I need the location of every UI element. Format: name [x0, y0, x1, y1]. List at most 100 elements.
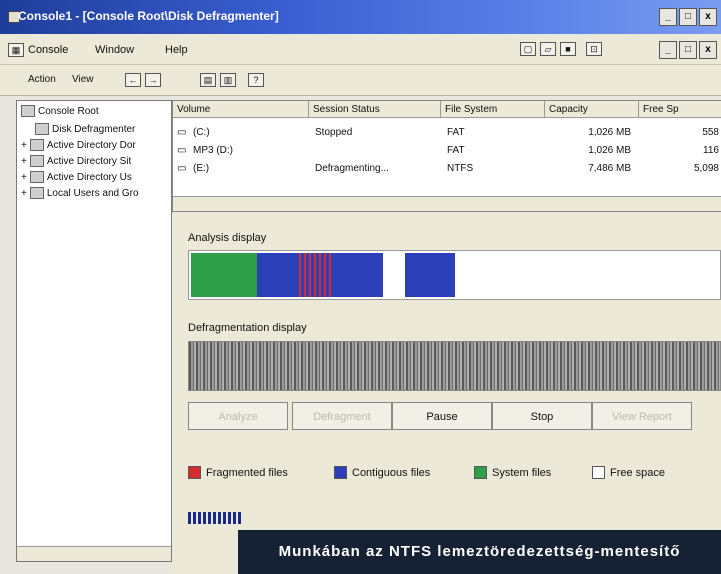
drive-icon: ▭	[177, 127, 187, 138]
volume-cell: (C:)	[193, 127, 210, 138]
console-icon: ▦	[8, 43, 24, 57]
expand-icon[interactable]: +	[21, 172, 27, 183]
free-space-cell: 558	[702, 127, 719, 138]
stop-button[interactable]: Stop	[492, 402, 592, 430]
menu-view[interactable]: View	[72, 74, 94, 85]
new-document-icon[interactable]: ▢	[520, 42, 536, 56]
tree-item-local-users[interactable]: + Local Users and Gro	[21, 187, 139, 199]
help-icon[interactable]: ?	[248, 73, 264, 87]
analyze-button[interactable]: Analyze	[188, 402, 288, 430]
caption: Munkában az NTFS lemeztöredezettség-ment…	[238, 530, 721, 574]
details-pane: Volume Session Status File System Capaci…	[172, 100, 721, 574]
tree-item-console-root[interactable]: Console Root	[21, 105, 99, 117]
drive-icon: ▭	[177, 145, 187, 156]
back-arrow-icon[interactable]: ←	[125, 73, 141, 87]
defragmentation-display-label: Defragmentation display	[188, 322, 307, 334]
column-header-volume[interactable]: Volume	[173, 101, 309, 118]
tree-item-label: Console Root	[38, 105, 99, 117]
progress-indicator	[188, 512, 241, 524]
tree-item-ad-users[interactable]: + Active Directory Us	[21, 171, 132, 183]
legend-system: System files	[474, 466, 551, 479]
view-report-button[interactable]: View Report	[592, 402, 692, 430]
status-cell: Stopped	[315, 127, 353, 138]
contiguous-files-block	[405, 253, 455, 297]
filesystem-cell: NTFS	[447, 163, 474, 174]
tree-item-disk-defragmenter[interactable]: Disk Defragmenter	[35, 123, 135, 135]
status-cell: Defragmenting...	[315, 163, 389, 174]
legend-label: System files	[492, 466, 552, 479]
child-close-button[interactable]: x	[699, 41, 717, 59]
defragmentation-display	[188, 341, 721, 391]
contiguous-swatch	[334, 466, 347, 479]
legend-label: Free space	[610, 466, 666, 479]
legend-fragmented: Fragmented files	[188, 466, 288, 479]
capacity-cell: 1,026 MB	[588, 145, 631, 156]
filesystem-cell: FAT	[447, 127, 465, 138]
column-header-capacity[interactable]: Capacity	[545, 101, 639, 118]
directory-icon	[29, 139, 44, 151]
forward-arrow-icon[interactable]: →	[145, 73, 161, 87]
free-space-swatch	[592, 466, 605, 479]
free-space-cell: 116	[703, 145, 719, 156]
volume-cell: MP3 (D:)	[193, 145, 233, 156]
tree-item-ad-domains[interactable]: + Active Directory Dor	[21, 139, 136, 151]
show-tree-icon[interactable]: ▥	[220, 73, 236, 87]
console-tree: Console Root Disk Defragmenter + Active …	[16, 100, 172, 562]
close-button[interactable]: x	[699, 8, 717, 26]
tree-item-label: Active Directory Sit	[46, 155, 132, 167]
tree-item-ad-sites[interactable]: + Active Directory Sit	[21, 155, 131, 167]
defragmenter-icon	[35, 123, 49, 135]
open-folder-icon[interactable]: ▱	[540, 42, 556, 56]
expand-icon[interactable]: +	[21, 140, 27, 151]
title-bar: Console1 - [Console Root\Disk Defragment…	[0, 0, 721, 34]
users-icon	[29, 187, 44, 199]
menu-console[interactable]: Console	[28, 44, 68, 56]
window-controls: _ □ x	[659, 8, 717, 26]
column-header-free-space[interactable]: Free Sp	[639, 101, 721, 118]
tree-item-label: Active Directory Dor	[46, 139, 136, 151]
new-window-icon[interactable]: ⊡	[586, 42, 602, 56]
folder-icon	[21, 105, 35, 117]
legend-label: Fragmented files	[206, 466, 288, 479]
capacity-cell: 7,486 MB	[588, 163, 631, 174]
menu-window[interactable]: Window	[95, 44, 134, 56]
legend-free: Free space	[592, 466, 665, 479]
maximize-button[interactable]: □	[679, 8, 697, 26]
system-files-block	[191, 253, 257, 297]
action-bar: Action View ← → ▤ ▥ ?	[0, 65, 721, 96]
legend-contiguous: Contiguous files	[334, 466, 430, 479]
expand-icon[interactable]: +	[21, 188, 27, 199]
tree-item-label: Local Users and Gro	[46, 187, 139, 199]
free-space-cell: 5,098	[693, 163, 719, 174]
pause-button[interactable]: Pause	[392, 402, 492, 430]
column-header-status[interactable]: Session Status	[309, 101, 441, 118]
fragmented-swatch	[188, 466, 201, 479]
menu-action[interactable]: Action	[28, 74, 56, 85]
up-level-icon[interactable]: ▤	[200, 73, 216, 87]
list-horizontal-scrollbar[interactable]	[173, 196, 721, 211]
child-maximize-button[interactable]: □	[679, 41, 697, 59]
child-minimize-button[interactable]: _	[659, 41, 677, 59]
window-title: Console1 - [Console Root\Disk Defragment…	[18, 9, 279, 23]
minimize-button[interactable]: _	[659, 8, 677, 26]
volume-list: Volume Session Status File System Capaci…	[172, 100, 721, 212]
filesystem-cell: FAT	[447, 145, 465, 156]
child-window-controls: _ □ x	[659, 41, 717, 59]
save-icon[interactable]: ■	[560, 42, 576, 56]
drive-icon: ▭	[177, 163, 187, 174]
fragmented-files-block	[299, 253, 331, 297]
defragment-button[interactable]: Defragment	[292, 402, 392, 430]
tree-horizontal-scrollbar[interactable]	[17, 546, 171, 561]
legend-label: Contiguous files	[352, 466, 431, 479]
menu-bar: ▦ Console Window Help ▢ ▱ ■ ⊡ _ □ x	[0, 34, 721, 65]
menu-help[interactable]: Help	[165, 44, 188, 56]
column-header-filesystem[interactable]: File System	[441, 101, 545, 118]
analysis-display	[188, 250, 721, 300]
system-swatch	[474, 466, 487, 479]
analysis-display-label: Analysis display	[188, 232, 267, 244]
capacity-cell: 1,026 MB	[588, 127, 631, 138]
tree-item-label: Active Directory Us	[46, 171, 132, 183]
volume-cell: (E:)	[193, 163, 210, 174]
expand-icon[interactable]: +	[21, 156, 27, 167]
directory-icon	[29, 155, 44, 167]
